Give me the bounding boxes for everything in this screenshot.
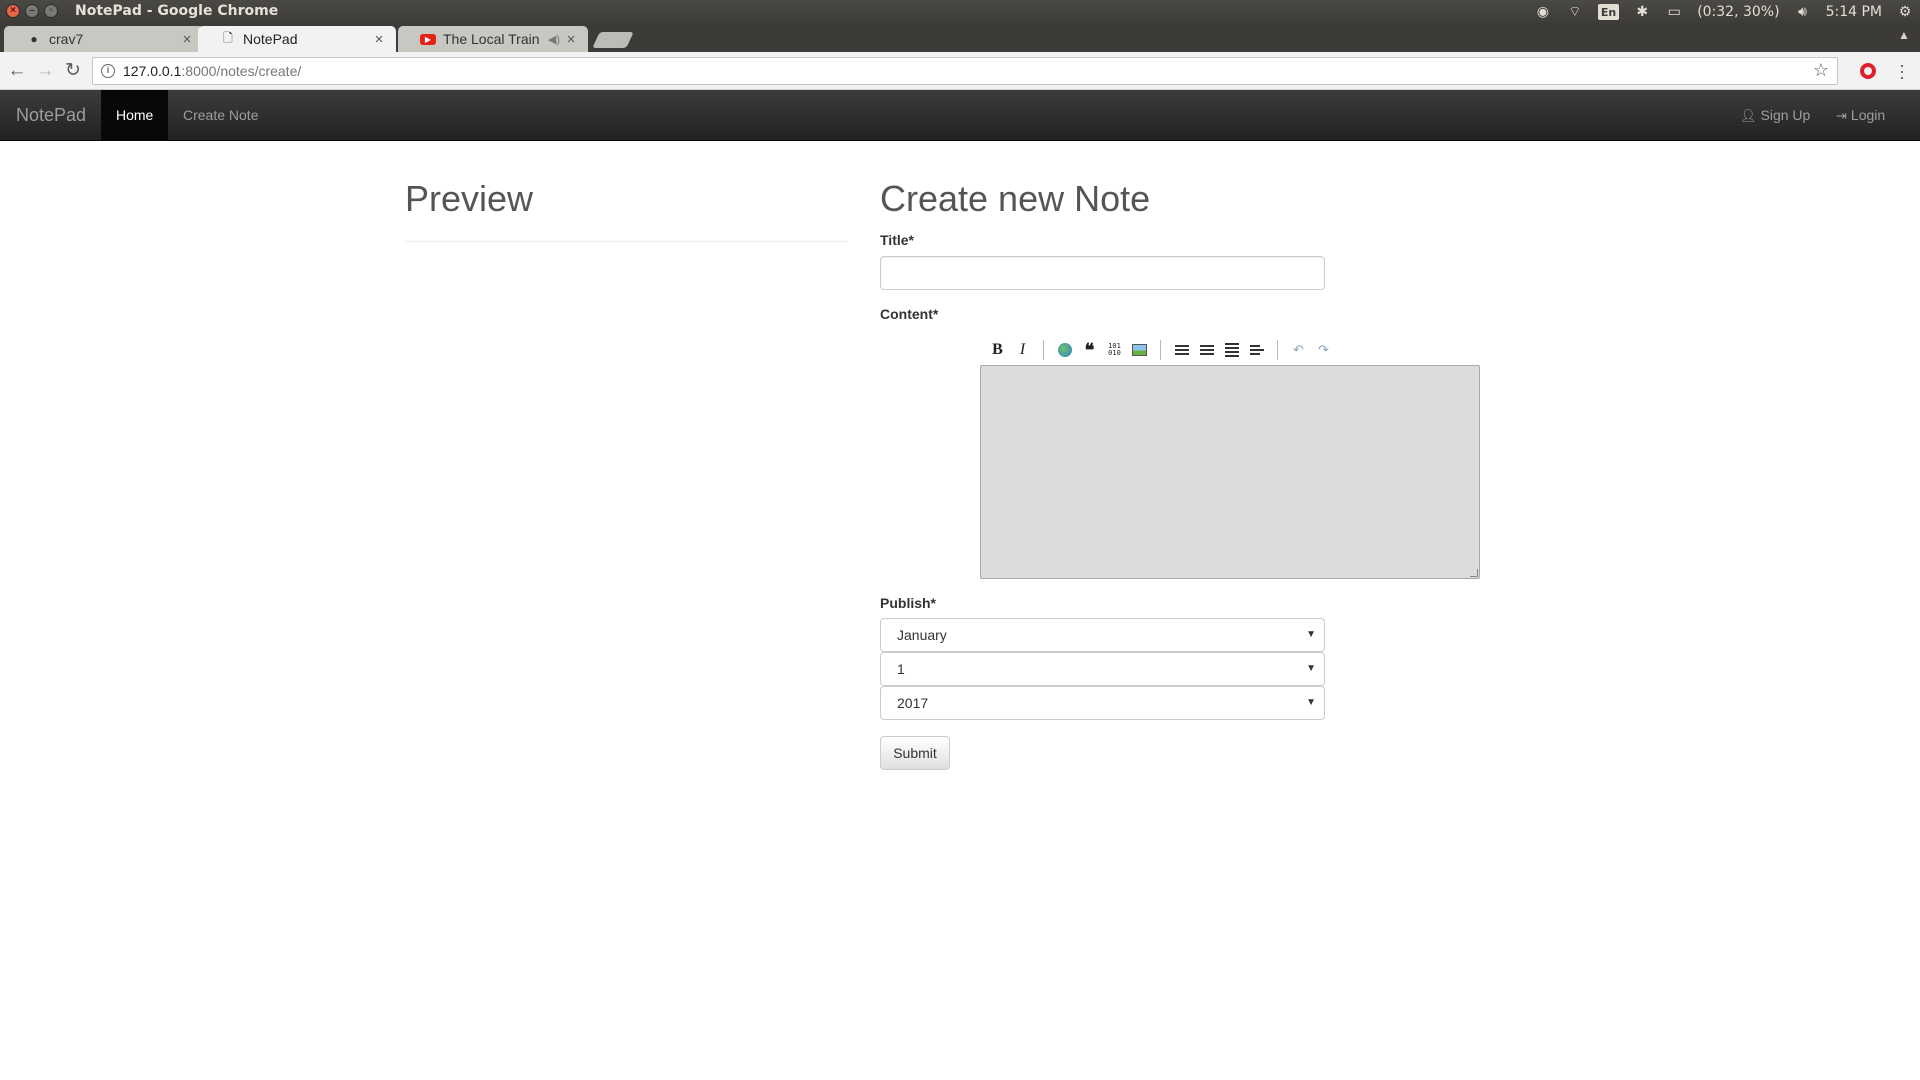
editor-toolbar: B I ❝ 101 010 ↶ ↷ — [985, 338, 1336, 362]
form-heading: Create new Note — [880, 178, 1151, 219]
nav-create-note[interactable]: Create Note — [168, 90, 273, 141]
resize-handle[interactable] — [1470, 569, 1478, 577]
navbar-brand[interactable]: NotePad — [16, 105, 86, 126]
tab-label: The Local Train - — [443, 31, 544, 47]
battery-icon[interactable]: ▭ — [1665, 3, 1683, 21]
horizontal-rule-button[interactable] — [1244, 339, 1269, 361]
keyboard-language-indicator[interactable]: En — [1597, 4, 1620, 20]
window-minimize-button[interactable]: – — [25, 4, 39, 18]
site-navbar: NotePad Home Create Note 👤︎ Sign Up ⇥ Lo… — [0, 90, 1920, 141]
tab-close-icon[interactable]: × — [372, 31, 386, 48]
nav-home[interactable]: Home — [101, 90, 169, 141]
profile-icon[interactable]: ▲ — [1894, 28, 1914, 46]
bluetooth-icon[interactable]: ✱ — [1633, 3, 1651, 21]
gear-icon[interactable]: ⚙ — [1896, 3, 1914, 21]
wifi-icon[interactable]: ⌔ — [1566, 3, 1584, 21]
quote-button[interactable]: ❝ — [1077, 339, 1102, 361]
os-top-panel: × – ▫ NotePad - Google Chrome ◉ ⌔ En ✱ ▭… — [0, 0, 1920, 24]
new-tab-button[interactable] — [592, 32, 634, 48]
bold-button[interactable]: B — [985, 339, 1010, 361]
tab-notepad[interactable]: 🗋 NotePad × — [198, 26, 396, 52]
heading-button[interactable] — [1219, 339, 1244, 361]
tab-youtube[interactable]: ▶ The Local Train - ◀) × — [398, 26, 588, 52]
nav-login[interactable]: ⇥ Login — [1836, 90, 1885, 141]
link-button[interactable] — [1052, 339, 1077, 361]
forward-arrow-icon[interactable]: → — [34, 60, 56, 82]
redo-button[interactable]: ↷ — [1311, 339, 1336, 361]
code-button[interactable]: 101 010 — [1102, 339, 1127, 361]
toolbar-divider — [1043, 340, 1044, 360]
dropdown-caret-icon: ▼ — [1306, 629, 1316, 640]
content-label: Content* — [880, 306, 939, 322]
horizontal-rule-icon — [1249, 345, 1264, 355]
image-icon — [1132, 344, 1147, 356]
chrome-menu-icon[interactable]: · · · — [1896, 56, 1908, 86]
tab-close-icon[interactable]: × — [180, 31, 194, 48]
back-arrow-icon[interactable]: ← — [6, 60, 28, 82]
reload-icon[interactable]: ↻ — [62, 60, 84, 82]
window-title: NotePad - Google Chrome — [75, 3, 279, 19]
publish-label: Publish* — [880, 595, 937, 611]
undo-button[interactable]: ↶ — [1286, 339, 1311, 361]
submit-button[interactable]: Submit — [880, 736, 950, 770]
title-input[interactable] — [880, 256, 1325, 290]
heading-icon — [1224, 343, 1239, 357]
user-icon: 👤︎ — [1740, 108, 1757, 123]
system-tray: ◉ ⌔ En ✱ ▭ (0:32, 30%) 🔊︎ 5:14 PM ⚙ — [1534, 0, 1920, 24]
address-bar[interactable]: i 127.0.0.1:8000/notes/create/ ☆ — [92, 57, 1838, 85]
github-icon: ● — [30, 32, 38, 46]
nav-sign-up[interactable]: 👤︎ Sign Up — [1740, 90, 1810, 141]
battery-status[interactable]: (0:32, 30%) — [1697, 4, 1779, 20]
globe-link-icon — [1057, 343, 1072, 357]
code-icon: 101 010 — [1108, 342, 1121, 357]
publish-day-value: 1 — [897, 661, 905, 677]
window-close-button[interactable]: × — [6, 4, 20, 18]
toolbar-divider — [1160, 340, 1161, 360]
publish-year-select[interactable]: 2017 ▼ — [880, 686, 1325, 720]
login-icon: ⇥ — [1836, 108, 1847, 123]
toolbar-divider — [1277, 340, 1278, 360]
dropdown-caret-icon: ▼ — [1306, 663, 1316, 674]
nav-login-label: Login — [1850, 107, 1886, 123]
audio-playing-icon[interactable]: ◀) — [548, 33, 560, 46]
url-path: :8000/notes/create/ — [181, 63, 302, 79]
italic-button[interactable]: I — [1010, 339, 1035, 361]
publish-month-select[interactable]: January ▼ — [880, 618, 1325, 652]
chrome-indicator-icon[interactable]: ◉ — [1534, 3, 1552, 21]
content-editor[interactable] — [980, 365, 1480, 579]
clock[interactable]: 5:14 PM — [1826, 4, 1882, 20]
preview-heading: Preview — [405, 178, 534, 219]
publish-day-select[interactable]: 1 ▼ — [880, 652, 1325, 686]
bookmark-star-icon[interactable]: ☆ — [1813, 60, 1829, 81]
volume-icon[interactable]: 🔊︎ — [1794, 3, 1812, 21]
nav-sign-up-label: Sign Up — [1760, 107, 1811, 123]
dropdown-caret-icon: ▼ — [1306, 697, 1316, 708]
browser-tab-strip: ● crav7 × 🗋 NotePad × ▶ The Local Train … — [0, 24, 1920, 52]
ordered-list-icon — [1174, 345, 1189, 355]
publish-month-value: January — [897, 627, 947, 643]
opera-extension-icon[interactable] — [1860, 63, 1876, 79]
title-label: Title* — [880, 232, 914, 248]
ordered-list-button[interactable] — [1169, 339, 1194, 361]
url-host: 127.0.0.1 — [123, 63, 182, 79]
tab-label: NotePad — [243, 31, 298, 47]
unordered-list-button[interactable] — [1194, 339, 1219, 361]
tab-label: crav7 — [49, 31, 84, 47]
tab-crav7[interactable]: ● crav7 × — [4, 26, 204, 52]
image-button[interactable] — [1127, 339, 1152, 361]
page-icon: 🗋 — [223, 30, 233, 45]
publish-year-value: 2017 — [897, 695, 929, 711]
tab-close-icon[interactable]: × — [564, 31, 578, 48]
unordered-list-icon — [1199, 345, 1214, 355]
site-info-icon[interactable]: i — [101, 64, 115, 78]
window-maximize-button[interactable]: ▫ — [44, 4, 58, 18]
browser-toolbar: ← → ↻ i 127.0.0.1:8000/notes/create/ ☆ ·… — [0, 52, 1920, 90]
window-controls: × – ▫ — [6, 4, 58, 18]
preview-divider — [405, 241, 848, 242]
youtube-icon: ▶ — [420, 33, 436, 45]
